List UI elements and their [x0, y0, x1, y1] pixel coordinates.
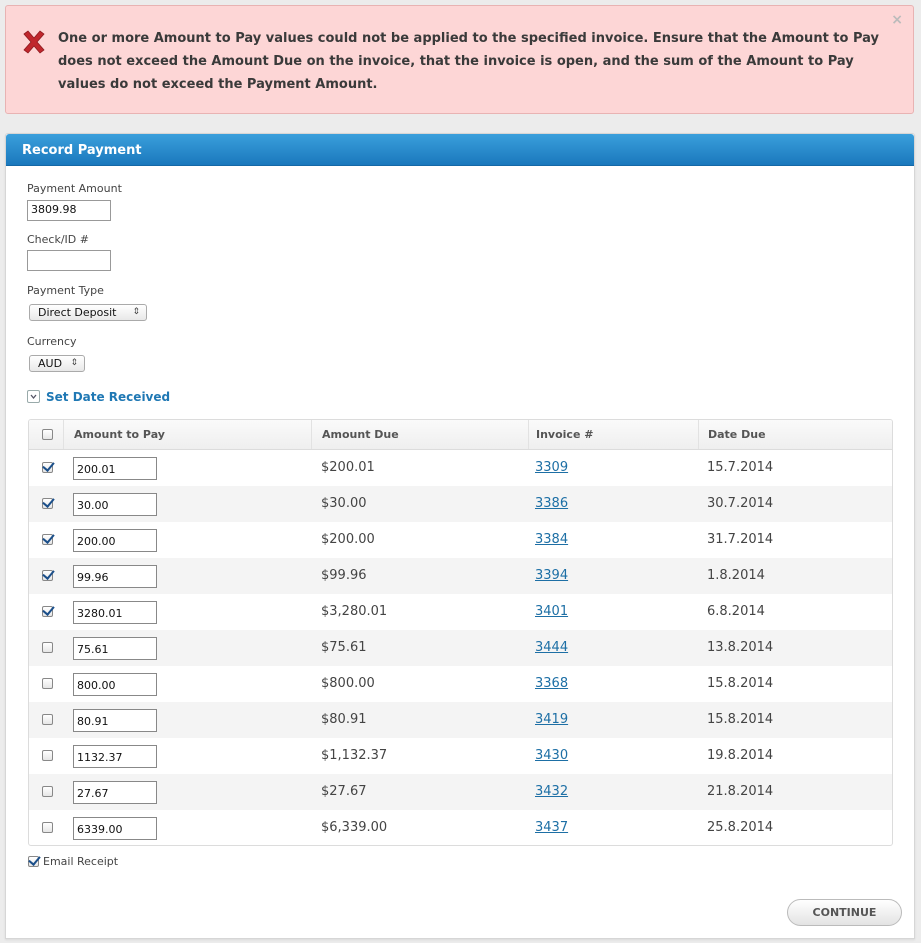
- check-id-label: Check/ID #: [27, 233, 89, 246]
- payment-amount-label: Payment Amount: [27, 182, 122, 195]
- date-due-cell: 13.8.2014: [707, 640, 774, 655]
- email-receipt-checkbox[interactable]: [28, 856, 39, 867]
- amount-due-cell: $6,339.00: [321, 820, 388, 835]
- amount-to-pay-input[interactable]: 6339.00: [73, 817, 157, 840]
- email-receipt-option[interactable]: Email Receipt: [28, 855, 118, 868]
- currency-value: AUD: [38, 357, 63, 370]
- row-checkbox[interactable]: [42, 642, 53, 653]
- date-due-cell: 6.8.2014: [707, 604, 765, 619]
- set-date-received-label: Set Date Received: [46, 390, 171, 404]
- table-row: 800.00 $800.00 3368 15.8.2014: [29, 666, 892, 702]
- table-row: 1132.37 $1,132.37 3430 19.8.2014: [29, 738, 892, 774]
- payment-type-value: Direct Deposit: [38, 306, 117, 319]
- row-checkbox[interactable]: [42, 462, 53, 473]
- row-checkbox[interactable]: [42, 750, 53, 761]
- panel-title: Record Payment: [6, 134, 914, 166]
- amount-to-pay-input[interactable]: 200.01: [73, 457, 157, 480]
- amount-due-cell: $30.00: [321, 496, 367, 511]
- invoice-link[interactable]: 3384: [535, 522, 568, 558]
- date-due-cell: 15.8.2014: [707, 676, 774, 691]
- date-due-cell: 15.8.2014: [707, 712, 774, 727]
- amount-due-cell: $99.96: [321, 568, 367, 583]
- amount-due-cell: $1,132.37: [321, 748, 388, 763]
- invoice-link[interactable]: 3437: [535, 810, 568, 845]
- set-date-received-toggle[interactable]: Set Date Received: [27, 390, 170, 404]
- table-row: 3280.01 $3,280.01 3401 6.8.2014: [29, 594, 892, 630]
- header-amount-due: Amount Due: [311, 420, 399, 449]
- invoice-link[interactable]: 3368: [535, 666, 568, 702]
- invoice-table: Amount to Pay Amount Due Invoice # Date …: [28, 419, 893, 846]
- table-row: 80.91 $80.91 3419 15.8.2014: [29, 702, 892, 738]
- currency-label: Currency: [27, 335, 77, 348]
- table-header: Amount to Pay Amount Due Invoice # Date …: [29, 420, 892, 450]
- date-due-cell: 25.8.2014: [707, 820, 774, 835]
- amount-to-pay-input[interactable]: 99.96: [73, 565, 157, 588]
- row-checkbox[interactable]: [42, 822, 53, 833]
- amount-to-pay-input[interactable]: 800.00: [73, 673, 157, 696]
- date-due-cell: 1.8.2014: [707, 568, 765, 583]
- chevron-down-icon: [27, 390, 40, 403]
- table-row: 200.00 $200.00 3384 31.7.2014: [29, 522, 892, 558]
- close-icon[interactable]: ×: [891, 12, 903, 28]
- table-row: 99.96 $99.96 3394 1.8.2014: [29, 558, 892, 594]
- date-due-cell: 15.7.2014: [707, 460, 774, 475]
- check-id-input[interactable]: [27, 250, 111, 271]
- amount-to-pay-input[interactable]: 200.00: [73, 529, 157, 552]
- amount-due-cell: $27.67: [321, 784, 367, 799]
- date-due-cell: 31.7.2014: [707, 532, 774, 547]
- row-checkbox[interactable]: [42, 678, 53, 689]
- invoice-link[interactable]: 3444: [535, 630, 568, 666]
- email-receipt-label: Email Receipt: [43, 855, 119, 868]
- invoice-link[interactable]: 3419: [535, 702, 568, 738]
- invoice-link[interactable]: 3309: [535, 450, 568, 486]
- invoice-link[interactable]: 3401: [535, 594, 568, 630]
- amount-to-pay-input[interactable]: 30.00: [73, 493, 157, 516]
- table-body: 200.01 $200.01 3309 15.7.2014 30.00 $30.00 338…: [29, 450, 892, 845]
- row-checkbox[interactable]: [42, 786, 53, 797]
- payment-type-select[interactable]: Direct Deposit ⇕: [29, 304, 147, 321]
- table-row: 200.01 $200.01 3309 15.7.2014: [29, 450, 892, 486]
- row-checkbox[interactable]: [42, 714, 53, 725]
- amount-to-pay-input[interactable]: 80.91: [73, 709, 157, 732]
- table-row: 75.61 $75.61 3444 13.8.2014: [29, 630, 892, 666]
- date-due-cell: 30.7.2014: [707, 496, 774, 511]
- amount-due-cell: $800.00: [321, 676, 375, 691]
- invoice-link[interactable]: 3430: [535, 738, 568, 774]
- select-all-checkbox[interactable]: [42, 429, 53, 440]
- amount-due-cell: $75.61: [321, 640, 367, 655]
- currency-select[interactable]: AUD ⇕: [29, 355, 85, 372]
- continue-button[interactable]: CONTINUE: [787, 899, 902, 926]
- error-message: One or more Amount to Pay values could n…: [58, 31, 880, 92]
- amount-to-pay-input[interactable]: 1132.37: [73, 745, 157, 768]
- table-row: 30.00 $30.00 3386 30.7.2014: [29, 486, 892, 522]
- invoice-link[interactable]: 3394: [535, 558, 568, 594]
- amount-due-cell: $80.91: [321, 712, 367, 727]
- error-banner: One or more Amount to Pay values could n…: [5, 5, 914, 114]
- payment-amount-input[interactable]: 3809.98: [27, 200, 111, 221]
- date-due-cell: 21.8.2014: [707, 784, 774, 799]
- row-checkbox[interactable]: [42, 534, 53, 545]
- payment-type-label: Payment Type: [27, 284, 104, 297]
- error-x-icon: [23, 30, 45, 54]
- amount-to-pay-input[interactable]: 3280.01: [73, 601, 157, 624]
- date-due-cell: 19.8.2014: [707, 748, 774, 763]
- invoice-link[interactable]: 3432: [535, 774, 568, 810]
- table-row: 6339.00 $6,339.00 3437 25.8.2014: [29, 810, 892, 845]
- amount-due-cell: $3,280.01: [321, 604, 388, 619]
- row-checkbox[interactable]: [42, 498, 53, 509]
- header-date-due: Date Due: [698, 420, 766, 449]
- header-invoice: Invoice #: [528, 420, 593, 449]
- row-checkbox[interactable]: [42, 606, 53, 617]
- select-arrows-icon: ⇕: [132, 307, 140, 317]
- select-arrows-icon: ⇕: [70, 358, 78, 368]
- table-row: 27.67 $27.67 3432 21.8.2014: [29, 774, 892, 810]
- amount-to-pay-input[interactable]: 27.67: [73, 781, 157, 804]
- amount-to-pay-input[interactable]: 75.61: [73, 637, 157, 660]
- header-amount-to-pay: Amount to Pay: [63, 420, 165, 449]
- row-checkbox[interactable]: [42, 570, 53, 581]
- amount-due-cell: $200.01: [321, 460, 375, 475]
- amount-due-cell: $200.00: [321, 532, 375, 547]
- invoice-link[interactable]: 3386: [535, 486, 568, 522]
- record-payment-panel: Record Payment Payment Amount 3809.98 Ch…: [5, 133, 915, 939]
